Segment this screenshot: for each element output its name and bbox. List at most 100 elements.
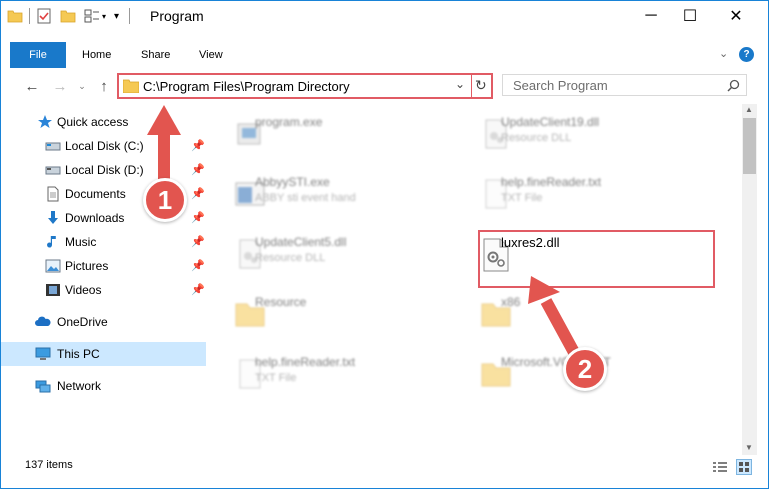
file-type: TXT File xyxy=(501,192,543,204)
details-view-icon[interactable] xyxy=(712,461,728,473)
search-box[interactable]: Search Program xyxy=(502,74,747,96)
pin-icon[interactable]: 📌 xyxy=(191,211,205,224)
file-name: UpdateClient5.dll xyxy=(255,235,347,249)
nav-label: Videos xyxy=(65,283,102,297)
pin-icon[interactable]: 📌 xyxy=(191,139,205,152)
view-options-icon[interactable] xyxy=(84,8,100,24)
nav-item-music[interactable]: Music 📌 xyxy=(1,230,206,254)
drive-icon xyxy=(45,142,61,151)
videos-icon xyxy=(46,284,60,296)
nav-item-network[interactable]: Network xyxy=(1,374,206,398)
file-item[interactable]: x86 xyxy=(454,288,684,340)
star-icon xyxy=(38,115,52,128)
tab-view[interactable]: View xyxy=(199,42,223,68)
tab-file[interactable]: File xyxy=(10,42,66,68)
folder-icon[interactable] xyxy=(7,8,23,24)
file-type: Resource DLL xyxy=(501,132,572,144)
file-name: AbbyySTI.exe xyxy=(255,175,330,189)
file-name: program.exe xyxy=(255,115,323,129)
file-name: Resource xyxy=(255,295,307,309)
recent-locations-button[interactable]: ⌄ xyxy=(71,75,93,97)
expand-ribbon-icon[interactable]: ⌄ xyxy=(719,47,728,60)
up-button[interactable]: ↑ xyxy=(93,75,115,97)
nav-item-videos[interactable]: Videos 📌 xyxy=(1,278,206,302)
nav-label: Local Disk (D:) xyxy=(65,163,144,177)
downloads-icon xyxy=(48,211,58,224)
file-name: help.fineReader.txt xyxy=(501,175,602,189)
pin-icon[interactable]: 📌 xyxy=(191,283,205,296)
file-item[interactable]: help.fineReader.txt TXT File xyxy=(208,348,438,400)
nav-label: Local Disk (C:) xyxy=(65,139,144,153)
ribbon-tabs: File Home Share View ⌄ ? xyxy=(1,42,768,68)
address-path: C:\Program Files\Program Directory xyxy=(143,79,350,94)
status-bar: 137 items xyxy=(1,456,768,478)
new-folder-icon[interactable] xyxy=(60,8,76,24)
nav-item-pictures[interactable]: Pictures 📌 xyxy=(1,254,206,278)
dropdown-arrow-icon[interactable]: ▾ xyxy=(102,12,106,21)
scrollbar-thumb[interactable] xyxy=(743,118,756,174)
address-divider xyxy=(471,75,472,97)
explorer-window: ▾ ▾ Program ─ ☐ ✕ File Home Share View ⌄… xyxy=(0,0,769,489)
file-item[interactable]: UpdateClient19.dll Resource DLL xyxy=(454,108,684,160)
file-item[interactable]: help.fineReader.txt TXT File xyxy=(454,168,684,220)
drive-icon xyxy=(45,166,61,175)
pin-icon[interactable]: 📌 xyxy=(191,187,205,200)
file-item[interactable]: program.exe xyxy=(208,108,438,160)
nav-item-quick-access[interactable]: Quick access xyxy=(1,110,206,134)
navigation-pane: Quick access Local Disk (C:) 📌 Local Dis… xyxy=(1,104,206,446)
nav-item-onedrive[interactable]: OneDrive xyxy=(1,310,206,334)
folder-icon xyxy=(123,79,139,93)
nav-label: Music xyxy=(65,235,97,249)
computer-icon xyxy=(35,347,51,360)
pin-icon[interactable]: 📌 xyxy=(191,235,205,248)
address-row: ← → ⌄ ↑ C:\Program Files\Program Directo… xyxy=(1,69,768,103)
search-icon xyxy=(727,79,740,92)
nav-label: Pictures xyxy=(65,259,109,273)
window-title: Program xyxy=(150,8,204,24)
search-input[interactable]: Search Program xyxy=(513,78,608,93)
file-type: Resource DLL xyxy=(255,252,326,264)
scroll-up-icon[interactable]: ▲ xyxy=(745,105,753,114)
title-bar: ▾ ▾ Program ─ ☐ ✕ xyxy=(1,1,768,31)
nav-label: Downloads xyxy=(65,211,125,225)
maximize-button[interactable]: ☐ xyxy=(667,1,713,31)
refresh-icon[interactable]: ↻ xyxy=(475,77,487,94)
large-icons-view-icon[interactable] xyxy=(736,459,752,475)
file-item[interactable]: AbbyySTI.exe ABBY sti event hand xyxy=(208,168,438,220)
pictures-icon xyxy=(45,259,61,273)
properties-icon[interactable] xyxy=(36,8,52,24)
file-name: UpdateClient19.dll xyxy=(501,115,600,129)
nav-item-local-disk-d[interactable]: Local Disk (D:) 📌 xyxy=(1,158,206,182)
item-count: 137 items xyxy=(25,459,73,471)
close-button[interactable]: ✕ xyxy=(713,1,759,31)
file-type: ABBY sti event hand xyxy=(255,192,356,204)
nav-item-local-disk-c[interactable]: Local Disk (C:) 📌 xyxy=(1,134,206,158)
file-highlight xyxy=(478,230,715,288)
separator xyxy=(129,8,131,24)
address-dropdown-icon[interactable]: ⌄ xyxy=(455,77,465,91)
tab-home[interactable]: Home xyxy=(82,42,111,68)
scroll-down-icon[interactable]: ▼ xyxy=(745,443,753,452)
nav-label: Quick access xyxy=(57,115,129,129)
customize-toolbar-icon[interactable]: ▾ xyxy=(114,11,119,22)
file-type: TXT File xyxy=(255,372,297,384)
file-name: x86 xyxy=(501,295,521,309)
file-item[interactable]: UpdateClient5.dll Resource DLL xyxy=(208,228,438,280)
file-item[interactable]: Resource xyxy=(208,288,438,340)
pin-icon[interactable]: 📌 xyxy=(191,259,205,272)
nav-item-this-pc[interactable]: This PC xyxy=(1,342,206,366)
step-1-badge: 1 xyxy=(143,178,187,222)
separator xyxy=(29,8,30,24)
step-2-badge: 2 xyxy=(563,347,607,391)
documents-icon xyxy=(47,186,59,202)
music-icon xyxy=(47,236,56,248)
address-bar[interactable]: C:\Program Files\Program Directory ⌄ ↻ xyxy=(117,73,493,99)
quick-access-toolbar: ▾ ▾ xyxy=(7,7,131,25)
help-icon[interactable]: ? xyxy=(739,47,754,62)
nav-label: This PC xyxy=(57,347,100,361)
forward-button[interactable]: → xyxy=(49,75,71,97)
pin-icon[interactable]: 📌 xyxy=(191,163,205,176)
back-button[interactable]: ← xyxy=(21,75,43,97)
file-name: help.fineReader.txt xyxy=(255,355,356,369)
tab-share[interactable]: Share xyxy=(141,42,170,68)
